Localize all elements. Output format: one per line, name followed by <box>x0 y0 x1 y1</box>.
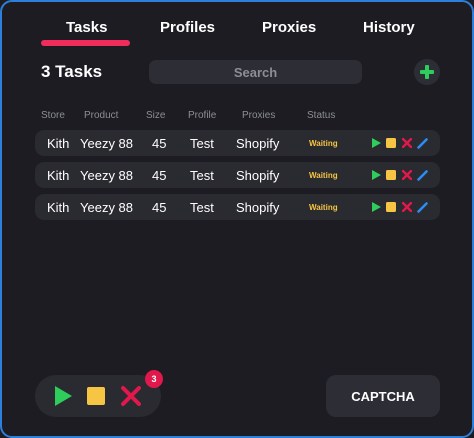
delete-all-button[interactable] <box>121 386 141 406</box>
edit-icon[interactable] <box>416 201 428 213</box>
cell-profile: Test <box>190 136 214 151</box>
edit-icon[interactable] <box>416 137 428 149</box>
notification-badge: 3 <box>145 370 163 388</box>
cell-store: Kith <box>47 136 70 151</box>
add-task-button[interactable] <box>414 59 440 85</box>
cell-profile: Test <box>190 168 214 183</box>
cell-size: 45 <box>152 200 167 215</box>
tab-history[interactable]: History <box>363 19 415 36</box>
active-tab-indicator <box>41 40 130 46</box>
column-header-profile: Profile <box>188 110 217 121</box>
play-icon[interactable] <box>370 201 382 213</box>
table-row: Kith Yeezy 88 45 Test Shopify Waiting <box>35 130 440 156</box>
search-input[interactable] <box>149 60 362 84</box>
cell-proxies: Shopify <box>236 200 280 215</box>
table-row: Kith Yeezy 88 45 Test Shopify Waiting <box>35 162 440 188</box>
table-row: Kith Yeezy 88 45 Test Shopify Waiting <box>35 194 440 220</box>
column-header-product: Product <box>84 110 119 121</box>
plus-icon <box>420 65 434 79</box>
play-icon[interactable] <box>370 137 382 149</box>
bulk-actions-bar <box>35 375 161 417</box>
delete-icon[interactable] <box>401 137 413 149</box>
cell-size: 45 <box>152 168 167 183</box>
play-all-button[interactable] <box>53 386 73 406</box>
status-badge: Waiting <box>309 203 338 212</box>
delete-icon <box>121 386 141 406</box>
cell-product: Yeezy 88 <box>80 168 134 183</box>
play-icon[interactable] <box>370 169 382 181</box>
status-badge: Waiting <box>309 139 338 148</box>
cell-size: 45 <box>152 136 167 151</box>
edit-icon[interactable] <box>416 169 428 181</box>
column-header-size: Size <box>146 110 166 121</box>
stop-icon[interactable] <box>385 169 397 181</box>
captcha-button[interactable]: CAPTCHA <box>326 375 440 417</box>
column-header-status: Status <box>307 110 336 121</box>
cell-store: Kith <box>47 168 70 183</box>
stop-all-button[interactable] <box>87 387 105 405</box>
cell-proxies: Shopify <box>236 168 280 183</box>
tab-proxies[interactable]: Proxies <box>262 19 316 36</box>
delete-icon[interactable] <box>401 169 413 181</box>
column-header-proxies: Proxies <box>242 110 276 121</box>
cell-product: Yeezy 88 <box>80 200 134 215</box>
stop-icon[interactable] <box>385 137 397 149</box>
cell-profile: Test <box>190 200 214 215</box>
stop-icon[interactable] <box>385 201 397 213</box>
column-header-store: Store <box>41 110 65 121</box>
cell-proxies: Shopify <box>236 136 280 151</box>
tab-profiles[interactable]: Profiles <box>160 19 215 36</box>
play-icon <box>55 386 72 406</box>
cell-store: Kith <box>47 200 70 215</box>
status-badge: Waiting <box>309 171 338 180</box>
task-count: 3 Tasks <box>41 62 103 81</box>
app-window: Tasks Profiles Proxies History 3 Tasks S… <box>0 0 474 438</box>
tab-tasks[interactable]: Tasks <box>66 19 107 36</box>
delete-icon[interactable] <box>401 201 413 213</box>
cell-product: Yeezy 88 <box>80 136 134 151</box>
stop-icon <box>87 387 105 405</box>
